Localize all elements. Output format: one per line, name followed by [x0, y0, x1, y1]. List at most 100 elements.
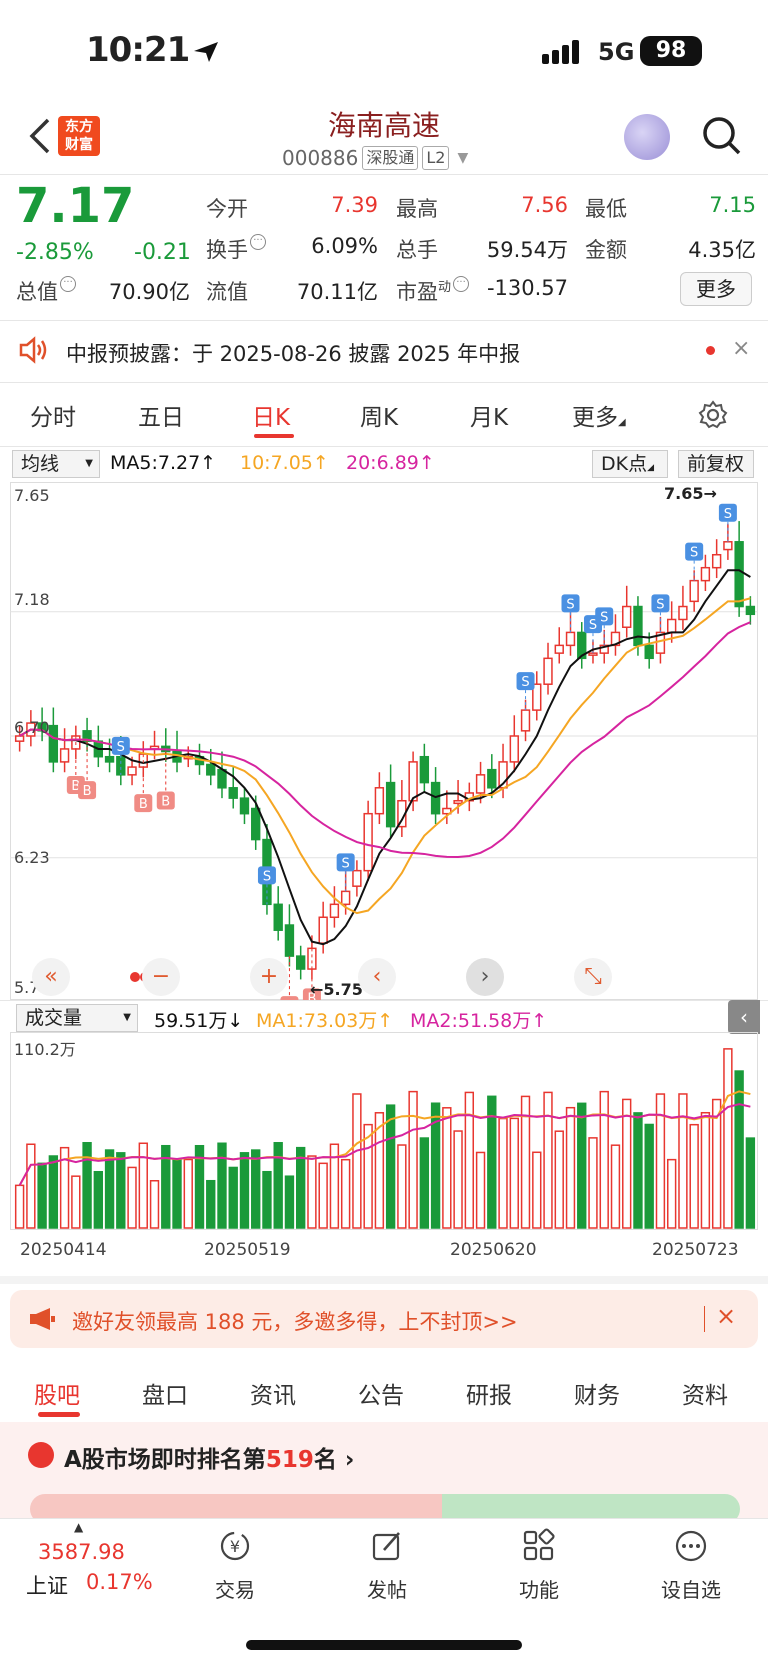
- tab-profile[interactable]: 资料: [682, 1376, 728, 1410]
- tab-intraday[interactable]: 分时: [30, 398, 76, 432]
- nav-add-watchlist[interactable]: 设自选: [646, 1528, 736, 1603]
- more-button[interactable]: 更多: [680, 272, 752, 306]
- tab-pankou[interactable]: 盘口: [142, 1376, 188, 1410]
- info-icon[interactable]: ···: [250, 234, 266, 250]
- candle-body: [509, 735, 519, 763]
- candle-body: [352, 869, 362, 887]
- zoom-in-button[interactable]: +: [250, 958, 288, 996]
- float-cap-label: 流值: [206, 280, 248, 304]
- promo-text[interactable]: 邀好友领最高 188 元，多邀多得，上不封顶>>: [72, 1306, 518, 1336]
- nav-trade[interactable]: ¥ 交易: [190, 1528, 280, 1603]
- kline-chart[interactable]: SSSSSSSSSSBBBBBB: [10, 482, 758, 1000]
- candle-body: [217, 768, 227, 789]
- location-arrow-icon: [194, 42, 218, 62]
- volume-bar: [723, 1048, 733, 1229]
- rank-text[interactable]: A股市场即时排名第519名 ›: [64, 1440, 354, 1474]
- info-icon[interactable]: ···: [60, 276, 76, 292]
- network-type: 5G: [598, 38, 635, 66]
- scroll-left-fast-button[interactable]: «: [32, 958, 70, 996]
- pe-value: -130.57: [486, 276, 568, 300]
- volume-bar: [48, 1155, 59, 1229]
- tab-weekly-k[interactable]: 周K: [360, 398, 398, 432]
- volume-bar: [397, 1144, 407, 1229]
- scroll-left-button[interactable]: ‹: [358, 958, 396, 996]
- tab-guba[interactable]: 股吧: [34, 1376, 80, 1410]
- vol-ma1-value: MA1:73.03万↑: [256, 1010, 394, 1032]
- fullscreen-icon[interactable]: ⤡: [574, 958, 612, 996]
- ma10-value: 10:7.05↑: [240, 452, 329, 474]
- notice-text[interactable]: 中报预披露：于 2025-08-26 披露 2025 年中报: [66, 338, 520, 368]
- megaphone-icon: [30, 1308, 55, 1330]
- tab-daily-k[interactable]: 日K: [252, 398, 290, 432]
- promo-close-button[interactable]: ×: [716, 1302, 736, 1330]
- candle-body: [206, 763, 216, 776]
- volume-bar: [284, 1175, 295, 1229]
- candle-body: [385, 781, 396, 828]
- min-price-mark: ←5.75: [310, 980, 363, 999]
- tab-news[interactable]: 资讯: [250, 1376, 296, 1410]
- svg-text:¥: ¥: [230, 1537, 240, 1556]
- info-icon[interactable]: ···: [453, 276, 470, 292]
- index-value[interactable]: 3587.98: [38, 1540, 125, 1564]
- y-axis-label-low1: 6.70: [14, 718, 50, 737]
- volume-bar: [498, 1117, 508, 1229]
- candle-body: [678, 605, 688, 621]
- tab-research[interactable]: 研报: [466, 1376, 512, 1410]
- volume-bar: [149, 1180, 160, 1229]
- candle-body: [475, 774, 486, 794]
- turnover-value: 6.09%: [311, 234, 378, 258]
- volume-select[interactable]: 成交量 ▼: [16, 1004, 138, 1032]
- nav-post[interactable]: 发帖: [342, 1528, 432, 1603]
- volume-bar: [453, 1130, 463, 1229]
- candle-body: [689, 579, 699, 603]
- volume-bar: [532, 1151, 542, 1229]
- volume-bar: [554, 1130, 564, 1229]
- volume-bar: [689, 1123, 699, 1229]
- volume-bar: [734, 1070, 744, 1229]
- candle-body: [48, 724, 59, 763]
- volume-bar: [340, 1158, 351, 1229]
- candle-body: [284, 924, 295, 957]
- ma20-value: 20:6.89↑: [346, 452, 435, 474]
- index-percent[interactable]: 0.17%: [86, 1570, 153, 1594]
- active-tab-indicator: [254, 434, 294, 438]
- volume-bar: [577, 1102, 587, 1229]
- settings-gear-icon[interactable]: [698, 400, 728, 430]
- stock-code-row[interactable]: 000886 深股通 L2 ▼: [282, 146, 468, 170]
- adjust-button[interactable]: 前复权: [678, 450, 754, 478]
- notice-close-button[interactable]: ×: [732, 336, 750, 361]
- dk-point-button[interactable]: DK点◢: [592, 450, 668, 478]
- candle-body: [711, 553, 722, 569]
- tab-finance[interactable]: 财务: [574, 1376, 620, 1410]
- volume-bar: [385, 1104, 396, 1229]
- ma-select[interactable]: 均线 ▼: [12, 450, 100, 478]
- index-name[interactable]: 上证: [26, 1570, 68, 1600]
- candle-body: [666, 618, 677, 634]
- volume-bar: [295, 1146, 306, 1229]
- low-value: 7.15: [709, 193, 756, 217]
- tab-monthly-k[interactable]: 月K: [470, 398, 508, 432]
- nav-functions[interactable]: 功能: [494, 1528, 584, 1603]
- collapse-panel-button[interactable]: ‹: [728, 1000, 760, 1034]
- scroll-right-button[interactable]: ›: [466, 958, 504, 996]
- high-value: 7.56: [521, 193, 568, 217]
- home-indicator: [246, 1640, 522, 1650]
- tag-l2: L2: [422, 146, 450, 170]
- search-icon[interactable]: [702, 116, 742, 156]
- chevron-down-icon[interactable]: ▼: [457, 150, 468, 166]
- volume-bar: [543, 1091, 553, 1229]
- volume-bar: [71, 1175, 81, 1229]
- total-cap-label: 总值 ···: [16, 276, 76, 306]
- zoom-out-button[interactable]: −: [142, 958, 180, 996]
- signal-b-label: B: [161, 795, 170, 810]
- robot-avatar-icon[interactable]: [624, 114, 670, 160]
- volume-bar: [116, 1152, 126, 1229]
- tab-five-day[interactable]: 五日: [138, 398, 184, 432]
- stock-code: 000886: [282, 146, 359, 170]
- candle-body: [734, 541, 744, 608]
- volume-chart[interactable]: [10, 1032, 758, 1230]
- volume-bar: [588, 1137, 598, 1229]
- tab-announcement[interactable]: 公告: [358, 1376, 404, 1410]
- signal-b-label: B: [139, 797, 148, 812]
- tab-more[interactable]: 更多◢: [572, 398, 626, 432]
